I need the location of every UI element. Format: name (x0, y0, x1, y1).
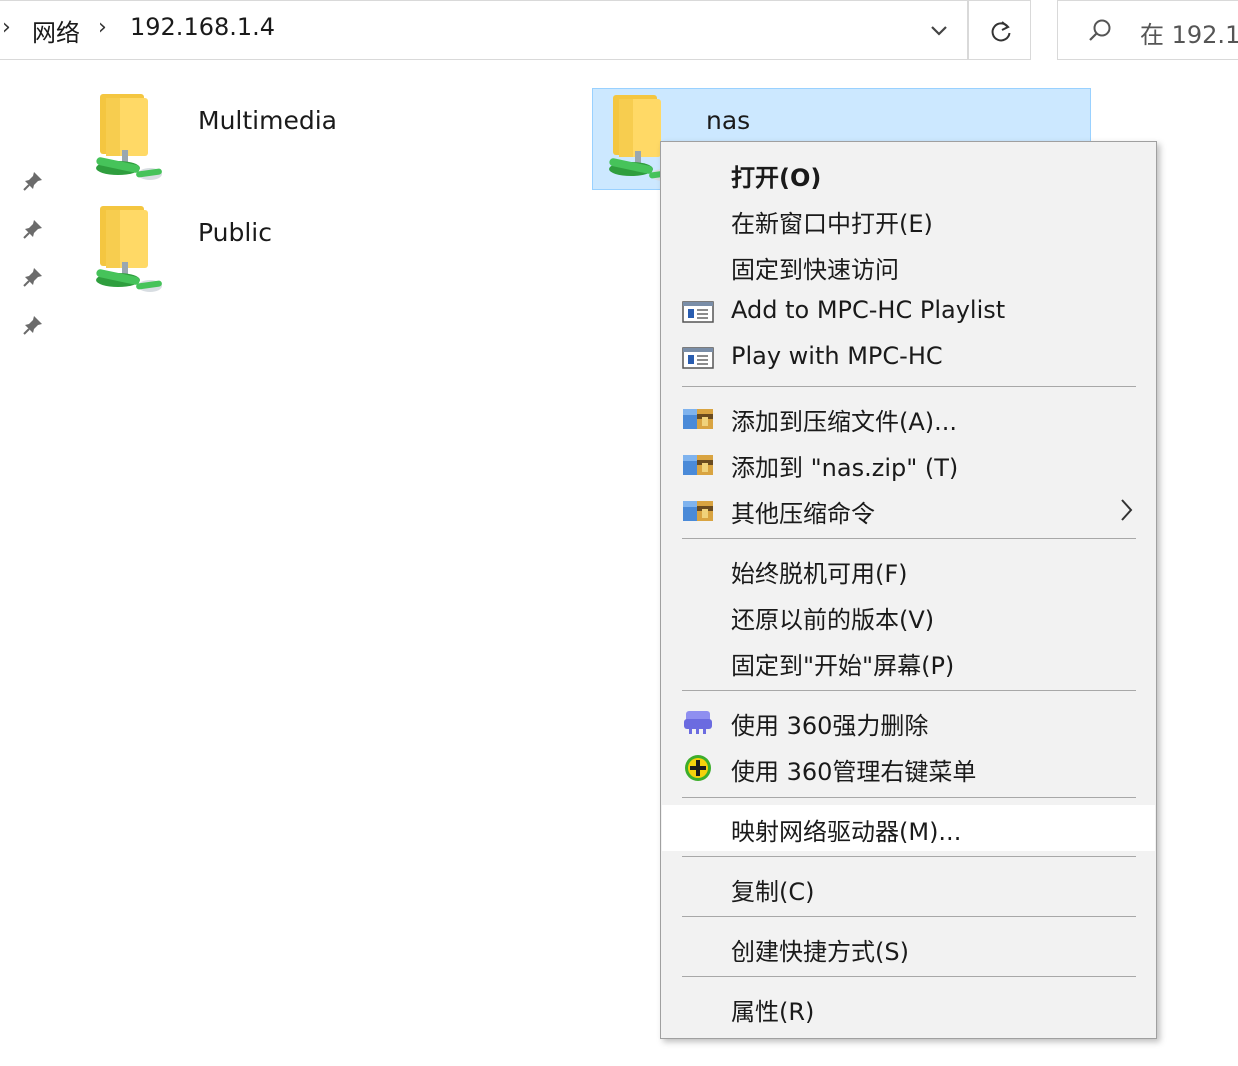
network-folder-icon (95, 94, 163, 180)
menu-item-other-compress[interactable]: 其他压缩命令 (662, 487, 1155, 533)
refresh-icon (991, 21, 1011, 42)
menu-item-label: 在新窗口中打开(E) (731, 210, 933, 238)
winrar-icon (683, 501, 713, 521)
menu-item-label: 映射网络驱动器(M)... (731, 818, 962, 846)
folder-name: nas (706, 106, 751, 135)
chevron-right-icon (1121, 499, 1133, 521)
menu-item-create-shortcut[interactable]: 创建快捷方式(S) (662, 925, 1155, 971)
menu-item-add-archive[interactable]: 添加到压缩文件(A)... (662, 395, 1155, 441)
menu-item-360-shred[interactable]: 使用 360强力删除 (662, 699, 1155, 745)
menu-item-label: 固定到"开始"屏幕(P) (731, 652, 955, 680)
menu-item-label: 使用 360强力删除 (731, 712, 929, 740)
breadcrumb-chevron-icon[interactable]: › (2, 15, 11, 40)
menu-separator (682, 538, 1136, 539)
search-placeholder: 在 192.16 (1140, 21, 1238, 49)
menu-item-properties[interactable]: 属性(R) (662, 985, 1155, 1031)
menu-item-label: 创建快捷方式(S) (731, 938, 909, 966)
menu-separator (682, 386, 1136, 387)
chevron-down-icon[interactable] (925, 17, 953, 45)
folder-name: Public (198, 218, 272, 247)
search-icon (1089, 19, 1111, 41)
menu-separator (682, 976, 1136, 977)
menu-item-label: 其他压缩命令 (731, 500, 875, 528)
menu-item-label: 固定到快速访问 (731, 256, 899, 284)
menu-item-label: Play with MPC-HC (731, 342, 943, 370)
menu-item-label: 添加到压缩文件(A)... (731, 408, 958, 436)
menu-item-always-offline[interactable]: 始终脱机可用(F) (662, 547, 1155, 593)
menu-item-restore-versions[interactable]: 还原以前的版本(V) (662, 593, 1155, 639)
menu-separator (682, 856, 1136, 857)
winrar-icon (683, 455, 713, 475)
breadcrumb-network[interactable]: 网络 (32, 13, 80, 48)
menu-item-open[interactable]: 打开(O) (662, 151, 1155, 197)
360-shredder-icon (684, 711, 712, 734)
menu-item-label: 添加到 "nas.zip" (T) (731, 454, 959, 482)
menu-item-open-new-window[interactable]: 在新窗口中打开(E) (662, 197, 1155, 243)
menu-item-label: 始终脱机可用(F) (731, 560, 908, 588)
menu-item-label: 还原以前的版本(V) (731, 606, 935, 634)
pin-icon[interactable] (22, 314, 44, 336)
menu-item-label: 打开(O) (731, 164, 822, 192)
winrar-icon (683, 409, 713, 429)
menu-item-copy[interactable]: 复制(C) (662, 865, 1155, 911)
breadcrumb-host[interactable]: 192.168.1.4 (130, 13, 275, 41)
menu-item-play-mpc[interactable]: Play with MPC-HC (662, 335, 1155, 381)
address-bar[interactable]: › 网络 › 192.168.1.4 (0, 0, 968, 60)
menu-item-label: 属性(R) (731, 998, 815, 1026)
360-menu-manager-icon (685, 755, 711, 781)
menu-item-pin-start[interactable]: 固定到"开始"屏幕(P) (662, 639, 1155, 685)
menu-item-360-menu-manager[interactable]: 使用 360管理右键菜单 (662, 745, 1155, 791)
menu-item-add-mpc-playlist[interactable]: Add to MPC-HC Playlist (662, 289, 1155, 335)
refresh-button[interactable] (968, 0, 1031, 60)
mpc-hc-icon (682, 301, 714, 323)
menu-item-map-network-drive[interactable]: 映射网络驱动器(M)... (662, 805, 1155, 851)
menu-item-label: Add to MPC-HC Playlist (731, 296, 1006, 324)
folder-name: Multimedia (198, 106, 337, 135)
menu-separator (682, 797, 1136, 798)
network-folder-icon (95, 206, 163, 292)
breadcrumb-separator-icon[interactable]: › (98, 15, 107, 40)
menu-item-add-nas-zip[interactable]: 添加到 "nas.zip" (T) (662, 441, 1155, 487)
pin-icon[interactable] (22, 266, 44, 288)
mpc-hc-icon (682, 347, 714, 369)
pin-icon[interactable] (22, 170, 44, 192)
menu-separator (682, 690, 1136, 691)
menu-item-label: 复制(C) (731, 878, 815, 906)
menu-item-label: 使用 360管理右键菜单 (731, 758, 977, 786)
menu-separator (682, 916, 1136, 917)
context-menu: 打开(O) 在新窗口中打开(E) 固定到快速访问 Add to MPC-HC P… (660, 141, 1157, 1039)
pin-icon[interactable] (22, 218, 44, 240)
search-input[interactable]: 在 192.16 (1057, 0, 1238, 60)
menu-item-pin-quick-access[interactable]: 固定到快速访问 (662, 243, 1155, 289)
